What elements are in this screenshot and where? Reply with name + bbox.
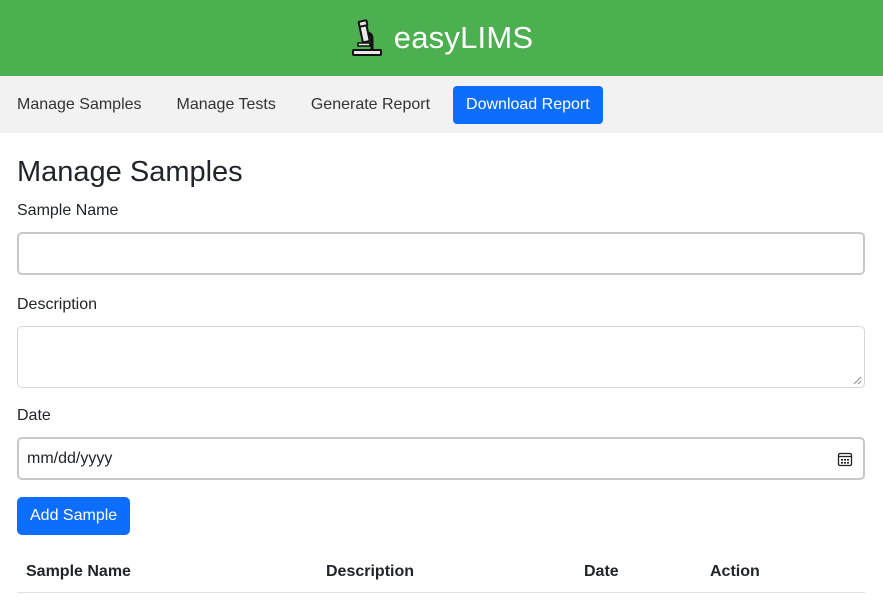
main-content: Manage Samples Sample Name Description D…: [17, 133, 865, 593]
date-placeholder: mm/dd/yyyy: [27, 449, 113, 467]
nav-manage-tests[interactable]: Manage Tests: [165, 87, 288, 123]
app-header: easyLIMS: [0, 0, 883, 76]
add-sample-button[interactable]: Add Sample: [17, 497, 131, 535]
sample-name-label: Sample Name: [17, 202, 119, 219]
column-header-sample-name: Sample Name: [17, 551, 317, 593]
date-label: Date: [17, 407, 51, 424]
sample-name-input[interactable]: [17, 232, 865, 275]
description-textarea[interactable]: [17, 326, 865, 388]
column-header-date: Date: [575, 551, 701, 593]
table-header-row: Sample Name Description Date Action: [17, 551, 865, 593]
date-input[interactable]: mm/dd/yyyy: [17, 437, 865, 480]
column-header-description: Description: [317, 551, 575, 593]
calendar-icon[interactable]: [837, 451, 853, 467]
nav-generate-report[interactable]: Generate Report: [299, 87, 442, 123]
microscope-icon: [351, 19, 382, 56]
brand: easyLIMS: [350, 19, 533, 57]
page-title: Manage Samples: [17, 156, 243, 188]
app-title: easyLIMS: [393, 20, 534, 55]
description-label: Description: [17, 296, 98, 313]
samples-table: Sample Name Description Date Action: [17, 551, 865, 593]
nav-manage-samples[interactable]: Manage Samples: [5, 87, 154, 123]
resize-grip-icon[interactable]: [853, 376, 862, 385]
nav-download-report-button[interactable]: Download Report: [453, 85, 603, 124]
main-nav: Manage Samples Manage Tests Generate Rep…: [0, 76, 883, 133]
column-header-action: Action: [701, 551, 865, 593]
